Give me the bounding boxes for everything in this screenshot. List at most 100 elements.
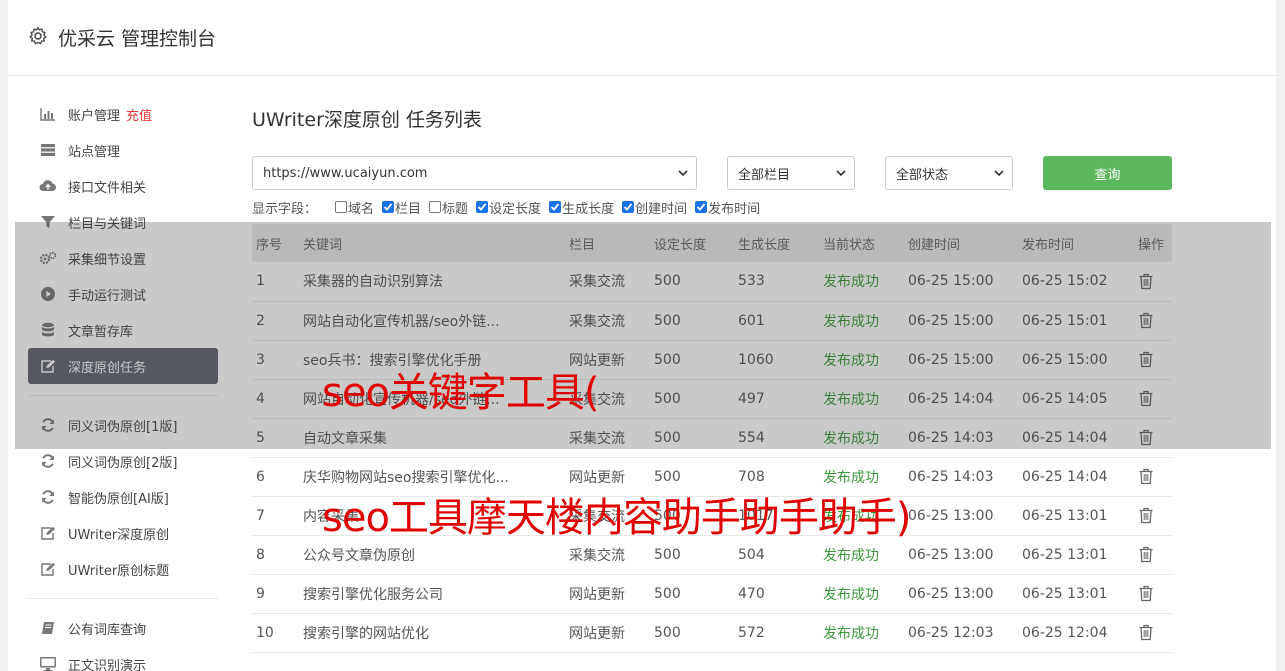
table-cell: 500 [650,496,734,536]
sidebar-item[interactable]: 文章暂存库 [28,312,218,348]
top-bar: 优采云 管理控制台 [8,0,1276,76]
trash-icon[interactable] [1138,312,1154,329]
table-cell: 06-25 15:02 [1018,262,1134,302]
table-cell: 06-25 14:03 [904,418,1018,458]
field-checkbox-label: 发布时间 [708,201,761,217]
table-cell: 网站更新 [565,574,650,614]
action-cell [1134,418,1172,458]
trash-icon[interactable] [1138,429,1154,446]
table-cell: 公众号文章伪原创 [299,535,565,575]
trash-icon[interactable] [1138,624,1154,641]
trash-icon[interactable] [1138,390,1154,407]
field-checkbox[interactable]: 生成长度 [549,198,614,217]
column-select[interactable]: 全部栏目 [727,156,855,190]
trash-icon[interactable] [1138,273,1154,290]
play-icon [38,286,58,302]
sidebar-item[interactable]: 智能伪原创[AI版] [28,479,218,515]
gear-icon[interactable] [28,26,48,46]
trash-icon[interactable] [1138,546,1154,563]
field-checkbox[interactable]: 栏目 [382,198,421,217]
field-checkbox[interactable]: 域名 [335,198,374,217]
query-button[interactable]: 查询 [1043,156,1172,190]
column-header: 关键词 [299,224,565,262]
table-cell: 自动文章采集 [299,418,565,458]
refresh-icon [38,417,58,433]
sidebar-item-label: 站点管理 [68,144,121,160]
sidebar-item[interactable]: 正文识别演示 [28,646,218,671]
field-checkbox[interactable]: 创建时间 [622,198,687,217]
sidebar-item[interactable]: 站点管理 [28,132,218,168]
sidebar-item[interactable]: 同义词伪原创[2版] [28,443,218,479]
field-checkbox-label: 域名 [348,201,375,217]
edit-icon [38,358,58,374]
column-header: 发布时间 [1018,224,1134,262]
status-select[interactable]: 全部状态 [885,156,1013,190]
action-cell [1134,262,1172,302]
sidebar-item-label: 手动运行测试 [68,288,147,304]
column-header: 序号 [252,224,299,262]
server-icon [38,142,58,158]
table-row: 1 采集器的自动识别算法 采集交流 500 533 发布成功 06-25 15:00 06-2… [252,262,1172,302]
status-cell: 发布成功 [819,418,904,458]
sidebar-item[interactable]: 栏目与关键词 [28,204,218,240]
table-cell: 06-25 13:01 [1018,496,1134,536]
action-cell [1134,301,1172,341]
table-cell: 500 [650,301,734,341]
table-header: 序号 关键词 栏目 设定长度 生成长度 当前状态 创建时间 发布时间 操作 [252,224,1172,262]
action-cell [1134,379,1172,419]
edit-icon [38,525,58,541]
field-checkbox[interactable]: 标题 [429,198,468,217]
table-cell: 6 [252,457,299,497]
trash-icon[interactable] [1138,351,1154,368]
table-cell: 500 [650,574,734,614]
recharge-link[interactable]: 充值 [126,105,152,124]
table-cell: 庆华购物网站seo搜索引擎优化... [299,457,565,497]
sidebar-item-label: 正文识别演示 [68,658,147,671]
table-cell: 采集交流 [565,535,650,575]
table-cell: 5 [252,418,299,458]
refresh-icon [38,489,58,505]
cloud-upload-icon [38,178,58,194]
table-cell: 500 [650,379,734,419]
table-row: 2 网站自动化宣传机器/seo外链... 采集交流 500 601 发布成功 06-25 1… [252,301,1172,341]
table-cell: 网站自动化宣传机器/seo外链... [299,301,565,341]
sidebar-divider [28,598,218,599]
sidebar-item-label: 深度原创任务 [68,360,147,376]
table-cell: 06-25 14:04 [1018,418,1134,458]
trash-icon[interactable] [1138,507,1154,524]
page-title: UWriter深度原创 任务列表 [252,109,482,131]
sidebar-item[interactable]: 账户管理 充值 [28,96,218,132]
table-cell: 网站自动化宣传机器/seo外链... [299,379,565,419]
table-cell: 500 [650,340,734,380]
checkbox-unchecked-icon [335,201,348,213]
action-cell [1134,613,1172,653]
sidebar-item[interactable]: 深度原创任务 [28,348,218,384]
field-checkbox[interactable]: 设定长度 [476,198,541,217]
sidebar-item[interactable]: UWriter深度原创 [28,515,218,551]
trash-icon[interactable] [1138,468,1154,485]
sidebar-item-label: 账户管理 [68,108,121,124]
checkbox-checked-icon [622,201,635,213]
sidebar-item-label: 同义词伪原创[2版] [68,455,178,471]
table-cell: 601 [734,301,819,341]
sidebar-item[interactable]: 同义词伪原创[1版] [28,407,218,443]
status-select-value: 全部状态 [896,167,949,183]
chevron-down-icon [836,170,846,177]
sidebar-item[interactable]: 接口文件相关 [28,168,218,204]
sidebar-item[interactable]: 采集细节设置 [28,240,218,276]
sidebar-item[interactable]: 公有词库查询 [28,610,218,646]
table-cell: 500 [650,535,734,575]
site-select[interactable]: https://www.ucaiyun.com [252,156,697,190]
table-row: 3 seo兵书：搜索引擎优化手册 网站更新 500 1060 发布成功 06-25 15:0… [252,340,1172,380]
table-cell: 572 [734,613,819,653]
status-cell: 发布成功 [819,535,904,575]
status-cell: 发布成功 [819,340,904,380]
table-cell: 533 [734,262,819,302]
sidebar-item[interactable]: 手动运行测试 [28,276,218,312]
trash-icon[interactable] [1138,585,1154,602]
table-cell: 470 [734,574,819,614]
field-checkbox[interactable]: 发布时间 [695,198,760,217]
database-icon [38,322,58,338]
chevron-down-icon [994,170,1004,177]
sidebar-item[interactable]: UWriter原创标题 [28,551,218,587]
